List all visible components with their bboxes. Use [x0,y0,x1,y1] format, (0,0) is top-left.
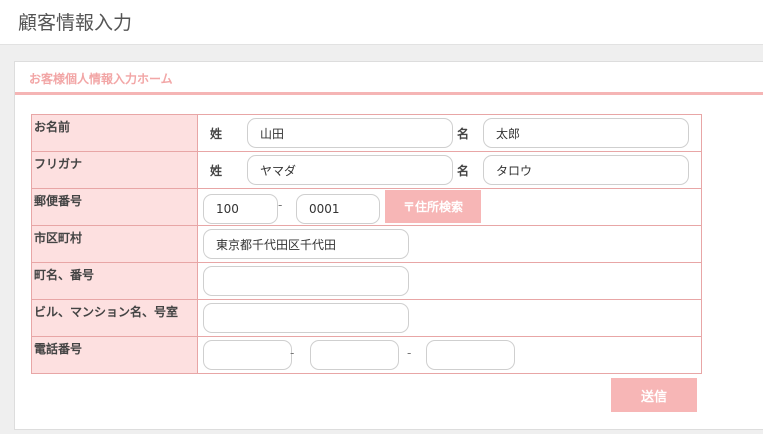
town-input[interactable] [203,266,409,296]
customer-form-panel: お客様個人情報入力ホーム お名前 姓 名 フリガナ 姓 名 [14,61,763,430]
first-name-kana-input[interactable] [483,155,689,185]
phone-separator-1: - [290,346,295,360]
form-row-building: ビル、マンション名、号室 [31,299,702,337]
town-row-label: 町名、番号 [31,262,198,300]
phone-separator-2: - [407,346,412,360]
form-row-phone: 電話番号 - - [31,336,702,374]
phone-part1-input[interactable] [203,340,292,370]
phone-row-label: 電話番号 [31,336,198,374]
last-name-kana-label: 姓 [210,164,223,178]
postal-code-part2-input[interactable] [296,194,380,224]
page-title: 顧客情報入力 [18,12,133,34]
city-input[interactable] [203,229,409,259]
form-row-town: 町名、番号 [31,262,702,300]
form-row-postal: 郵便番号 - 〒住所検索 [31,188,702,226]
first-name-input[interactable] [483,118,689,148]
customer-form-table: お名前 姓 名 フリガナ 姓 名 郵便番 [31,114,702,374]
first-name-label: 名 [457,127,470,141]
postal-separator: - [278,198,283,212]
page-header: 顧客情報入力 [0,0,763,45]
city-row-label: 市区町村 [31,225,198,263]
building-input[interactable] [203,303,409,333]
panel-heading-text: お客様個人情報入力ホーム [29,72,173,86]
first-name-kana-label: 名 [457,164,470,178]
form-row-name: お名前 姓 名 [31,114,702,152]
panel-heading: お客様個人情報入力ホーム [15,62,763,95]
phone-part3-input[interactable] [426,340,515,370]
last-name-label: 姓 [210,127,223,141]
last-name-kana-input[interactable] [247,155,453,185]
postal-code-part1-input[interactable] [203,194,278,224]
address-search-button[interactable]: 〒住所検索 [385,190,481,223]
phone-part2-input[interactable] [310,340,399,370]
postal-row-label: 郵便番号 [31,188,198,226]
building-row-label: ビル、マンション名、号室 [31,299,198,337]
form-row-city: 市区町村 [31,225,702,263]
submit-button[interactable]: 送信 [611,378,697,412]
form-row-furigana: フリガナ 姓 名 [31,151,702,189]
furigana-row-label: フリガナ [31,151,198,189]
last-name-input[interactable] [247,118,453,148]
name-row-label: お名前 [31,114,198,152]
